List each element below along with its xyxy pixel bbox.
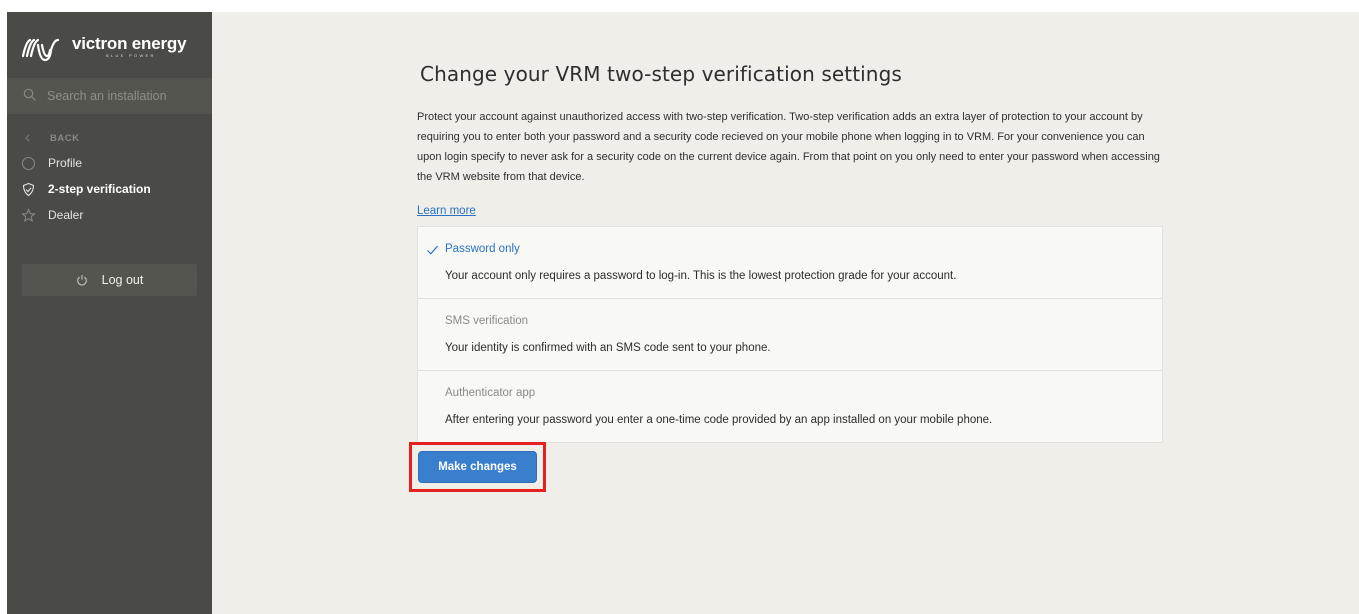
verification-options-list: Password only Your account only requires… <box>417 226 1163 443</box>
shield-icon <box>22 182 35 196</box>
option-authenticator-app[interactable]: Authenticator app After entering your pa… <box>418 371 1162 442</box>
sidebar-item-label: 2-step verification <box>48 182 151 196</box>
sidebar-item-label: Profile <box>48 156 83 170</box>
search-bar <box>7 78 212 114</box>
main-content: Change your VRM two-step verification se… <box>212 12 1359 614</box>
check-icon <box>427 245 438 255</box>
back-label: BACK <box>50 132 80 144</box>
search-input[interactable] <box>47 85 207 107</box>
sidebar-item-profile[interactable]: Profile <box>21 154 82 172</box>
user-circle-icon <box>22 156 35 170</box>
option-password-only[interactable]: Password only Your account only requires… <box>418 227 1162 299</box>
sidebar-item-label: Dealer <box>48 208 84 222</box>
brand-tagline: BLUE POWER <box>106 53 156 58</box>
logout-label: Log out <box>101 273 144 287</box>
search-icon <box>23 88 36 101</box>
victron-logo[interactable]: victron energy BLUE POWER <box>20 34 190 64</box>
learn-more-link[interactable]: Learn more <box>417 205 476 217</box>
make-changes-button[interactable]: Make changes <box>418 451 537 483</box>
option-title: Authenticator app <box>445 387 536 399</box>
victron-logo-icon <box>21 38 60 62</box>
option-title: SMS verification <box>445 315 529 327</box>
option-description: After entering your password you enter a… <box>445 414 993 426</box>
sidebar-item-dealer[interactable]: Dealer <box>21 206 83 224</box>
option-description: Your identity is confirmed with an SMS c… <box>445 342 771 354</box>
star-icon <box>21 207 36 222</box>
brand-name: victron energy <box>72 34 187 53</box>
chevron-left-icon <box>25 134 30 142</box>
highlight-box: Make changes <box>409 442 546 492</box>
option-description: Your account only requires a password to… <box>445 270 957 282</box>
intro-text: Protect your account against unauthorize… <box>417 111 1160 183</box>
sidebar: victron energy BLUE POWER BACK Profile <box>7 12 212 614</box>
logout-button[interactable]: Log out <box>22 264 197 296</box>
option-title: Password only <box>445 243 520 255</box>
back-link[interactable]: BACK <box>23 130 79 146</box>
sidebar-item-2-step-verification[interactable]: 2-step verification <box>21 180 151 198</box>
power-icon <box>76 275 87 286</box>
option-sms-verification[interactable]: SMS verification Your identity is confir… <box>418 299 1162 371</box>
page-title: Change your VRM two-step verification se… <box>420 62 902 86</box>
